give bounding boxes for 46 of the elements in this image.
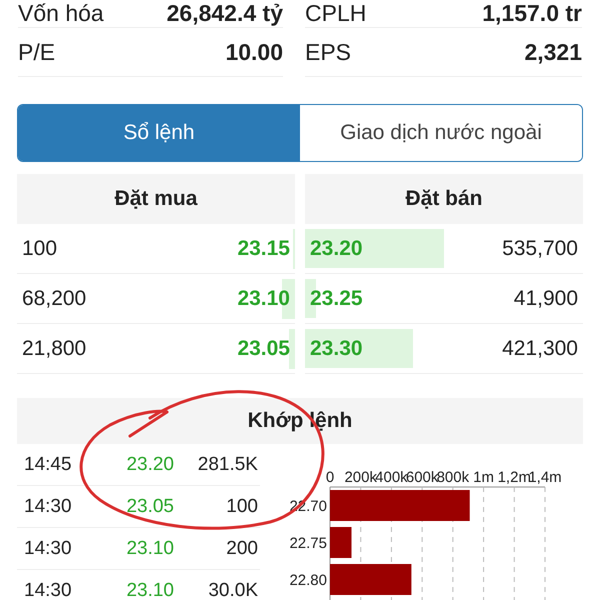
axis-label: 1,4m xyxy=(528,469,562,486)
table-cell-text: 100 xyxy=(21,236,58,260)
stat-label: P/E xyxy=(18,38,56,66)
table-cell-text: 23.20 xyxy=(125,454,174,476)
table-cell-text: 23.10 xyxy=(236,286,291,310)
table-cell-text: 421,300 xyxy=(501,336,579,360)
axis-label: 1,2m xyxy=(498,469,531,486)
table-cell-text: 23.05 xyxy=(236,336,291,360)
axis-label: 22.80 xyxy=(289,572,327,589)
axis-label: 600k xyxy=(406,469,438,486)
table-cell-text: 30.0K xyxy=(207,580,258,600)
table-cell-text: 100 xyxy=(225,496,258,518)
table-cell-text: 14:30 xyxy=(23,496,73,518)
stat-value: 26,842.4 tỷ xyxy=(166,0,283,27)
table-cell-text: 68,200 xyxy=(21,286,88,310)
table-cell-text: 281.5K xyxy=(196,454,258,476)
bar xyxy=(330,527,352,558)
table-cell-text: 23.20 xyxy=(309,236,364,260)
axis-label: 0 xyxy=(326,469,334,486)
table-cell-text: 23.10 xyxy=(125,538,174,560)
stat-value: 1,157.0 tr xyxy=(482,0,582,27)
stat-value: 2,321 xyxy=(524,38,582,66)
table-cell-text: 23.25 xyxy=(309,286,364,310)
stat-label: EPS xyxy=(305,38,352,66)
stat-value: 10.00 xyxy=(225,38,283,66)
table-cell-text: 535,700 xyxy=(501,236,579,260)
table-cell-text: 23.10 xyxy=(125,580,174,600)
table-cell-text: 23.05 xyxy=(125,496,174,518)
table-cell-text: 14:45 xyxy=(23,454,73,476)
table-cell-text: 14:30 xyxy=(23,580,73,600)
axis-label: 400k xyxy=(375,469,408,486)
axis-label: 1m xyxy=(473,469,494,486)
column-header: Đặt mua xyxy=(17,174,295,224)
stat-label: Vốn hóa xyxy=(18,0,104,27)
stat-label: CPLH xyxy=(305,0,366,27)
axis-label: 800k xyxy=(436,469,470,486)
axis-label: 200k xyxy=(344,469,377,486)
axis-label: 22.75 xyxy=(289,535,327,552)
table-cell-text: 41,900 xyxy=(512,286,579,310)
table-cell-text: 23.15 xyxy=(236,236,291,260)
table-cell-text: 14:30 xyxy=(23,538,73,560)
table-cell-text: 21,800 xyxy=(21,336,88,360)
table-cell-text: 23.30 xyxy=(309,336,364,360)
table-cell-text: 200 xyxy=(225,538,258,560)
column-header: Đặt bán xyxy=(305,174,583,224)
tab[interactable]: Sổ lệnh xyxy=(18,105,300,161)
